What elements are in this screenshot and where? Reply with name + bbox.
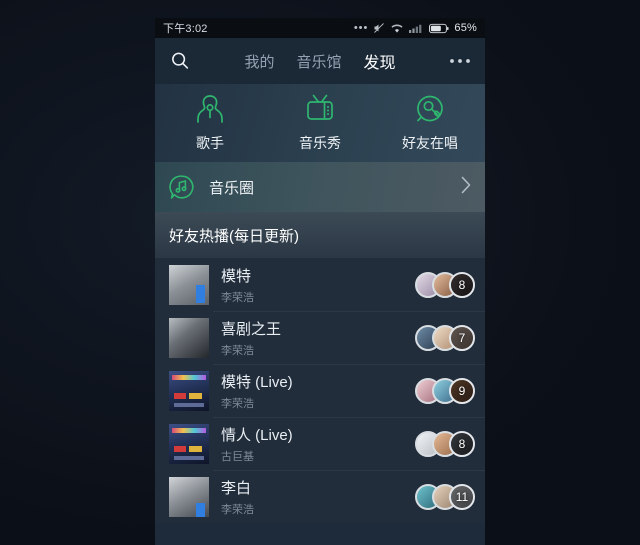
listener-avatars[interactable]: 11 (415, 483, 475, 510)
section-title: 好友热播(每日更新) (169, 227, 299, 245)
list-item[interactable]: 喜剧之王 李荣浩 7 (155, 311, 485, 364)
album-cover (169, 317, 209, 358)
song-title: 模特 (221, 267, 252, 285)
list-item[interactable]: 情人 (Live) 古巨基 8 (155, 417, 485, 470)
listener-count: 8 (458, 277, 466, 292)
avatar-count-badge: 9 (449, 377, 475, 404)
listener-count: 11 (455, 489, 469, 504)
music-circle-row[interactable]: 音乐圈 (155, 162, 485, 212)
song-artist: 李荣浩 (221, 503, 254, 516)
listener-avatars[interactable]: 7 (415, 324, 475, 351)
album-cover (169, 476, 209, 517)
entry-friends-singing-label: 好友在唱 (402, 135, 458, 151)
album-cover (169, 423, 209, 464)
more-options-icon[interactable] (449, 50, 471, 72)
avatar-count-badge: 7 (449, 324, 475, 351)
quick-entries: 歌手 音乐秀 好友在唱 (155, 84, 485, 162)
song-meta: 喜剧之王 李荣浩 (221, 318, 415, 358)
status-bar-icons: ••• 65% (354, 22, 477, 34)
listener-avatars[interactable]: 9 (415, 377, 475, 404)
song-title: 情人 (Live) (221, 426, 293, 444)
song-artist: 李荣浩 (221, 344, 254, 357)
header-tabs: 我的 音乐馆 发现 (191, 49, 449, 73)
song-artist: 李荣浩 (221, 291, 254, 304)
battery-icon (429, 23, 449, 34)
music-note-bubble-icon (169, 174, 195, 200)
avatar-count-badge: 11 (449, 483, 475, 510)
entry-music-show-label: 音乐秀 (299, 135, 341, 151)
song-meta: 模特 李荣浩 (221, 265, 415, 305)
album-cover (169, 264, 209, 305)
tab-discover[interactable]: 发现 (364, 49, 396, 73)
mute-icon (373, 22, 385, 34)
entry-singer[interactable]: 歌手 (155, 93, 265, 153)
listener-count: 8 (458, 436, 466, 451)
song-list: 模特 李荣浩 8 喜剧之王 李荣浩 7 模特 (Live) 李荣浩 9 情人 (… (155, 258, 485, 523)
status-bar-time: 下午3:02 (163, 23, 208, 35)
phone-screen: 下午3:02 ••• 65% 我的 音乐馆 发现 歌手 音乐秀 好友在唱 音乐圈… (155, 18, 485, 545)
song-artist: 李荣浩 (221, 397, 254, 410)
song-artist: 古巨基 (221, 450, 254, 463)
entry-music-show[interactable]: 音乐秀 (265, 93, 375, 153)
song-meta: 模特 (Live) 李荣浩 (221, 371, 415, 411)
tab-music-hall[interactable]: 音乐馆 (296, 51, 341, 72)
song-title: 喜剧之王 (221, 320, 282, 338)
list-item[interactable]: 李白 李荣浩 11 (155, 470, 485, 523)
section-header: 好友热播(每日更新) (155, 212, 485, 258)
battery-percent: 65% (454, 22, 477, 34)
entry-singer-label: 歌手 (196, 135, 224, 151)
status-bar: 下午3:02 ••• 65% (155, 18, 485, 38)
listener-count: 9 (458, 383, 466, 398)
song-meta: 李白 李荣浩 (221, 477, 415, 517)
listener-count: 7 (458, 330, 466, 345)
listener-avatars[interactable]: 8 (415, 430, 475, 457)
song-title: 模特 (Live) (221, 373, 293, 391)
song-title: 李白 (221, 479, 252, 497)
avatar-count-badge: 8 (449, 271, 475, 298)
music-circle-label: 音乐圈 (209, 179, 255, 197)
album-cover (169, 370, 209, 411)
list-item[interactable]: 模特 (Live) 李荣浩 9 (155, 364, 485, 417)
avatar-count-badge: 8 (449, 430, 475, 457)
song-meta: 情人 (Live) 古巨基 (221, 424, 415, 464)
search-icon[interactable] (169, 50, 191, 72)
tab-mine[interactable]: 我的 (244, 51, 274, 72)
tv-music-show-icon (303, 93, 337, 125)
entry-friends-singing[interactable]: 好友在唱 (375, 93, 485, 153)
wifi-icon (390, 23, 404, 34)
listener-avatars[interactable]: 8 (415, 271, 475, 298)
app-header: 我的 音乐馆 发现 (155, 38, 485, 84)
signal-icon (409, 23, 424, 34)
list-item[interactable]: 模特 李荣浩 8 (155, 258, 485, 311)
chevron-right-icon (461, 176, 471, 199)
singer-icon (193, 93, 227, 125)
friends-singing-icon (413, 93, 447, 125)
status-more-dots: ••• (353, 22, 369, 34)
